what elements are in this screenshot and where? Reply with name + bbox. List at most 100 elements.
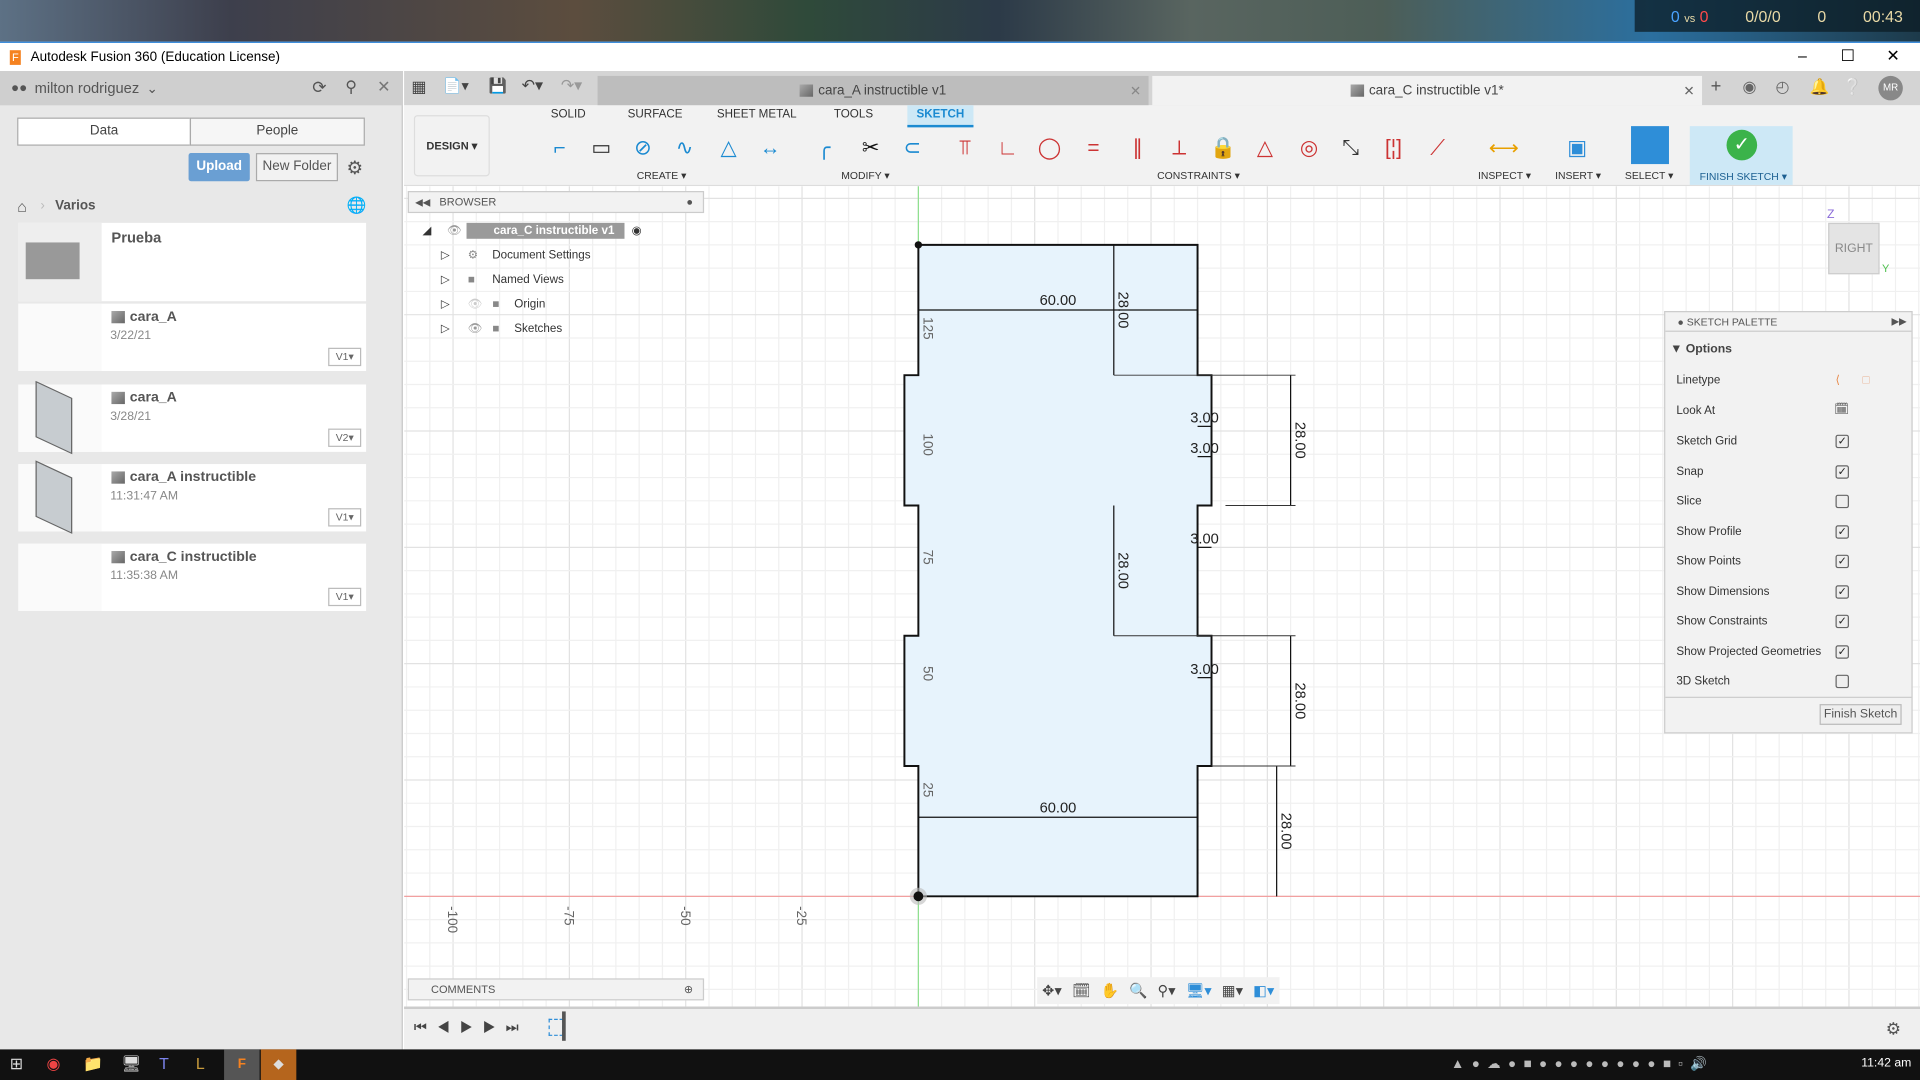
option-checkbox[interactable] (1835, 494, 1849, 509)
zoom-window-icon[interactable]: ⚲▾ (1157, 982, 1175, 999)
expand-icon[interactable]: ▷ (441, 273, 468, 286)
option-checkbox[interactable]: ✓ (1835, 614, 1849, 629)
activate-radio-icon[interactable]: ◉ (632, 224, 642, 237)
viewcube-face-right[interactable]: RIGHT (1828, 222, 1880, 275)
tab-solid[interactable]: SOLID (541, 105, 595, 127)
tree-root[interactable]: ◢ 👁 cara_C instructible v1 ◉ (422, 220, 716, 241)
viewports-icon[interactable]: ◧▾ (1253, 982, 1274, 999)
look-at-icon[interactable]: 🗓 (1834, 403, 1849, 416)
select-icon[interactable] (1631, 126, 1669, 165)
modify-menu[interactable]: MODIFY ▾ (841, 169, 889, 182)
tangent-icon[interactable]: ◯ (1031, 130, 1068, 167)
line-icon[interactable]: ⌐ (541, 130, 578, 167)
version-dropdown[interactable]: V1▾ (328, 347, 362, 367)
fix-lock-icon[interactable]: 🔒 (1205, 130, 1242, 167)
maximize-button[interactable]: ☐ (1826, 43, 1870, 72)
tab-sketch[interactable]: SKETCH (907, 105, 974, 128)
eye-hidden-icon[interactable]: 👁 (468, 298, 492, 311)
list-item-folder[interactable]: Prueba (18, 222, 367, 302)
equal-icon[interactable]: = (1075, 130, 1112, 167)
help-icon[interactable]: ❔ (1843, 77, 1863, 97)
insert-menu[interactable]: INSERT ▾ (1555, 169, 1601, 182)
expand-palette-icon[interactable]: ▶▶ (1891, 312, 1906, 332)
system-tray-icons[interactable]: ▲●☁●■●●●●●●●●■▫🔊 (1451, 1056, 1715, 1072)
new-folder-button[interactable]: New Folder (255, 153, 338, 182)
timeline-marker[interactable] (562, 1011, 566, 1041)
go-to-start-icon[interactable]: ⏮ (414, 1019, 437, 1036)
chrome-icon[interactable]: ◉ (47, 1054, 61, 1074)
close-tab-icon[interactable]: ✕ (1683, 83, 1694, 99)
tab-people[interactable]: People (189, 117, 365, 146)
finish-sketch-palette-button[interactable]: Finish Sketch (1819, 704, 1902, 725)
league-game-taskbar-icon[interactable]: ◆ (260, 1049, 297, 1080)
home-icon[interactable]: ⌂ (17, 197, 27, 215)
circle-icon[interactable]: ⊘ (624, 130, 661, 167)
symmetry-icon[interactable]: [¦] (1375, 130, 1412, 167)
close-tab-icon[interactable]: ✕ (1130, 83, 1141, 99)
option-checkbox[interactable]: ✓ (1835, 524, 1849, 539)
measure-icon[interactable]: ⟷ (1485, 130, 1522, 167)
notifications-icon[interactable]: 🔔 (1810, 77, 1830, 97)
tab-cara-c-instructible[interactable]: cara_C instructible v1* ✕ (1152, 75, 1703, 106)
league-client-icon[interactable]: L (196, 1054, 205, 1072)
parallel-icon[interactable]: ∥ (1119, 130, 1156, 167)
orbit-icon[interactable]: ✥▾ (1042, 982, 1062, 999)
expand-icon[interactable]: ▷ (441, 298, 468, 311)
offset-icon[interactable]: ⊂ (894, 130, 931, 167)
fusion-taskbar-icon[interactable]: F (224, 1049, 260, 1080)
tree-node[interactable]: ▷ ⚙ Document Settings (422, 245, 716, 266)
minimize-button[interactable]: – (1780, 43, 1824, 72)
save-icon[interactable]: 💾 (489, 77, 507, 94)
expand-triangle-icon[interactable]: ◢ (422, 224, 437, 237)
avatar[interactable]: MR (1878, 75, 1903, 101)
job-status-icon[interactable]: ◴ (1776, 77, 1790, 97)
mirror-icon[interactable]: △ (710, 130, 747, 167)
option-checkbox[interactable]: ✓ (1835, 464, 1849, 479)
inspect-menu[interactable]: INSPECT ▾ (1478, 169, 1531, 182)
file-menu-icon[interactable]: 📄▾ (443, 77, 469, 94)
expand-icon[interactable]: ▷ (441, 322, 468, 335)
option-checkbox[interactable]: ✓ (1835, 644, 1849, 659)
teams-icon[interactable]: T (159, 1054, 169, 1072)
eye-icon[interactable]: 👁 (468, 322, 492, 335)
list-item[interactable]: cara_A instructible 11:31:47 AM V1▾ (18, 460, 367, 534)
play-icon[interactable]: ▶ (460, 1019, 483, 1036)
gear-icon[interactable]: ⚙ (347, 157, 363, 179)
list-item[interactable]: cara_A 3/28/21 V2▾ (18, 380, 367, 455)
user-selector[interactable]: milton rodriguez (35, 80, 140, 97)
perpendicular-constraint-icon[interactable]: ⟂ (1161, 130, 1198, 167)
go-to-end-icon[interactable]: ⏭ (506, 1019, 529, 1036)
pan-hand-icon[interactable]: ✋ (1101, 982, 1119, 999)
version-dropdown[interactable]: V1▾ (328, 587, 362, 607)
concentric-icon[interactable]: ◎ (1291, 130, 1328, 167)
display-settings-icon[interactable]: 🖥▾ (1186, 982, 1212, 999)
list-item[interactable]: cara_A 3/22/21 V1▾ (18, 303, 367, 372)
create-menu[interactable]: CREATE ▾ (637, 169, 687, 182)
close-panel-icon[interactable]: ✕ (377, 77, 390, 97)
tree-node[interactable]: ▷ 👁 ■ Sketches (422, 318, 716, 339)
rectangle-icon[interactable]: ▭ (583, 130, 620, 167)
zoom-icon[interactable]: 🔍 (1129, 982, 1147, 999)
undo-icon[interactable]: ↶▾ (522, 76, 543, 96)
step-back-icon[interactable]: ◀ (437, 1019, 460, 1036)
insert-image-icon[interactable]: ▣ (1559, 130, 1596, 167)
expand-icon[interactable]: ▷ (441, 249, 468, 262)
centerline-linetype-icon[interactable]: □ (1862, 373, 1869, 386)
option-checkbox[interactable]: ✓ (1835, 554, 1849, 569)
upload-button[interactable]: Upload (188, 153, 250, 182)
tab-cara-a-instructible[interactable]: cara_A instructible v1 ✕ (597, 75, 1149, 106)
tab-sheet-metal[interactable]: SHEET METAL (716, 105, 797, 127)
constraints-menu[interactable]: CONSTRAINTS ▾ (1157, 169, 1240, 182)
list-item[interactable]: cara_C instructible 11:35:38 AM V1▾ (18, 543, 367, 612)
triangle-icon[interactable]: △ (1247, 130, 1284, 167)
perpendicular-icon[interactable]: ∟ (989, 130, 1026, 167)
timeline-settings-icon[interactable]: ⚙ (1886, 1019, 1901, 1040)
fillet-icon[interactable]: ╭ (806, 130, 843, 167)
viewcube[interactable]: Z RIGHT Y (1812, 208, 1889, 281)
minimize-palette-icon[interactable]: ● (1678, 316, 1684, 328)
options-section-header[interactable]: ▼ Options (1670, 343, 1732, 356)
tab-surface[interactable]: SURFACE (624, 105, 685, 127)
spline-icon[interactable]: ∿ (666, 130, 703, 167)
new-tab-icon[interactable]: + (1711, 76, 1722, 97)
root-component-label[interactable]: cara_C instructible v1 (466, 222, 625, 239)
